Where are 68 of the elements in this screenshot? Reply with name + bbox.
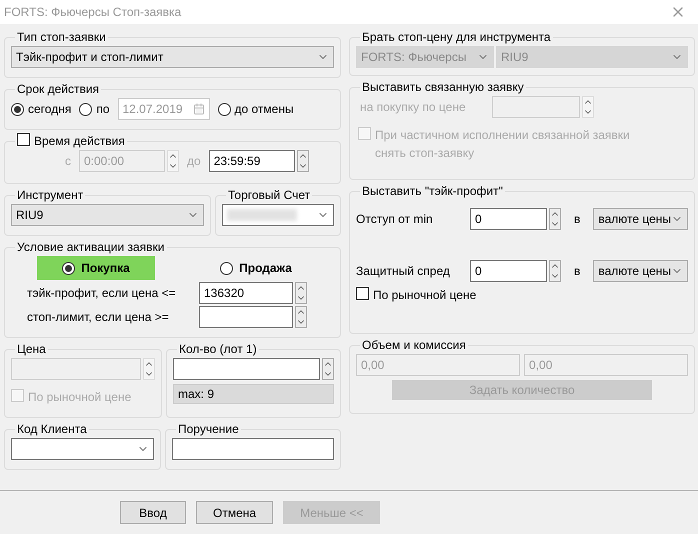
number-field[interactable]: 0 [470,208,547,230]
dialog-button[interactable]: Отмена [196,501,274,524]
spin-buttons[interactable] [322,358,334,380]
radio-option[interactable]: до отмены [218,100,294,118]
group-title: Кол-во (лот 1) [179,342,257,356]
group-title: Выставить "тэйк-профит" [362,184,503,198]
window-title: FORTS: Фьючерсы Стоп-заявка [4,4,182,21]
calendar-icon [192,103,204,115]
spin-buttons[interactable] [582,96,594,118]
radio-button[interactable] [220,262,234,274]
spin-buttons[interactable] [295,306,307,328]
group-title: Тип стоп-заявки [17,30,106,44]
condition-label: тэйк-профит, если цена <= [26,285,177,302]
from-label: с [64,153,72,170]
blurred-value [227,209,297,221]
checkbox-label: По рыночной цене [28,389,132,406]
group-title: Код Клиента [17,422,87,436]
spin-buttons[interactable] [296,150,309,172]
unit-dropdown[interactable]: валюте цены [593,260,688,282]
instrument-dropdown[interactable]: RIU9 [11,204,204,226]
client-code-dropdown[interactable] [11,438,154,460]
group-title: Цена [17,342,46,356]
number-field[interactable] [173,358,320,380]
group-title: Условие активации заявки [17,240,165,254]
group-title: Торговый Счет [228,188,310,202]
instruction-field[interactable] [172,438,334,460]
side-option[interactable]: Покупка [37,256,155,280]
dialog-button[interactable]: Ввод [120,501,186,524]
unit-label: в [573,263,582,280]
number-field[interactable] [199,306,293,328]
checkbox-label: Время действия [34,133,125,150]
spin-buttons[interactable] [167,150,179,172]
number-field[interactable]: 23:59:59 [208,150,295,172]
to-label: до [186,153,202,170]
field-label: Защитный спред [356,263,451,280]
spin-buttons[interactable] [549,260,561,282]
checkbox-label: По рыночной цене [373,287,476,304]
number-field[interactable]: 136320 [199,282,293,304]
group-title: Поручение [178,422,239,436]
checkbox-label: При частичном исполнении связанной заявки снять стоп-заявку [375,127,631,162]
radio-option[interactable]: по [79,100,110,118]
group-title: Выставить связанную заявку [362,80,524,94]
radio-button[interactable] [218,102,230,116]
checkbox[interactable] [356,287,369,300]
order-type-dropdown[interactable]: Тэйк-профит и стоп-лимит [11,46,334,68]
spin-buttons[interactable] [549,208,561,230]
price-label: на покупку по цене [359,99,467,116]
condition-label: стоп-лимит, если цена >= [26,309,170,326]
value-field: 0,00 [524,354,688,376]
max-quantity: max: 9 [173,384,334,404]
side-option[interactable]: Продажа [197,256,315,280]
spin-buttons[interactable] [143,358,155,380]
radio-option[interactable]: сегодня [11,100,72,118]
unit-dropdown[interactable]: валюте цены [593,208,688,230]
group-title: Инструмент [17,188,84,202]
checkbox[interactable] [17,133,30,146]
radio-button[interactable] [79,102,92,116]
group-title: Брать стоп-цену для инструмента [362,30,551,44]
radio-button[interactable] [62,262,76,274]
group-title: Срок действия [17,82,100,96]
number-field[interactable]: 0 [470,260,547,282]
spin-buttons[interactable] [295,282,307,304]
value-field: 0,00 [356,354,520,376]
radio-button[interactable] [11,102,24,116]
unit-label: в [573,211,582,228]
field-label: Отступ от min [356,211,434,228]
group-title: Объем и комиссия [362,338,466,352]
account-dropdown[interactable] [222,204,334,226]
